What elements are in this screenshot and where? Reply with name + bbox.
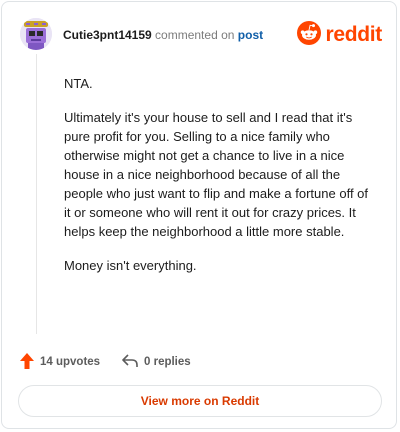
upvote-count: 14 upvotes: [40, 356, 101, 368]
avatar[interactable]: [20, 18, 52, 50]
comment-body: NTA. Ultimately it's your house to sell …: [64, 74, 376, 290]
upvote-arrow-icon[interactable]: [20, 352, 34, 372]
reddit-logo-icon: [297, 20, 322, 50]
post-link[interactable]: post: [238, 28, 263, 42]
reddit-wordmark: reddit: [325, 23, 382, 46]
comment-paragraph: Money isn't everything.: [64, 258, 197, 273]
comment-byline: Cutie3pnt14159 commented on post: [63, 28, 263, 42]
reply-count: 0 replies: [144, 356, 191, 368]
thread-line: [36, 54, 37, 334]
comment-actions: 14 upvotes 0 replies: [20, 352, 380, 372]
comment-paragraph: Ultimately it's your house to sell and I…: [64, 110, 369, 239]
comment-header: Cutie3pnt14159 commented on post reddit: [20, 18, 382, 52]
embed-card: Cutie3pnt14159 commented on post reddit: [1, 1, 397, 429]
reddit-brand[interactable]: reddit: [297, 20, 382, 50]
username[interactable]: Cutie3pnt14159: [63, 28, 152, 42]
comment-paragraph: NTA.: [64, 76, 93, 91]
reply-icon: [122, 353, 138, 371]
comment-action-text: commented on: [155, 28, 235, 42]
view-more-button[interactable]: View more on Reddit: [18, 385, 382, 417]
reply-button[interactable]: 0 replies: [122, 352, 191, 372]
upvote-button[interactable]: 14 upvotes: [20, 352, 100, 372]
